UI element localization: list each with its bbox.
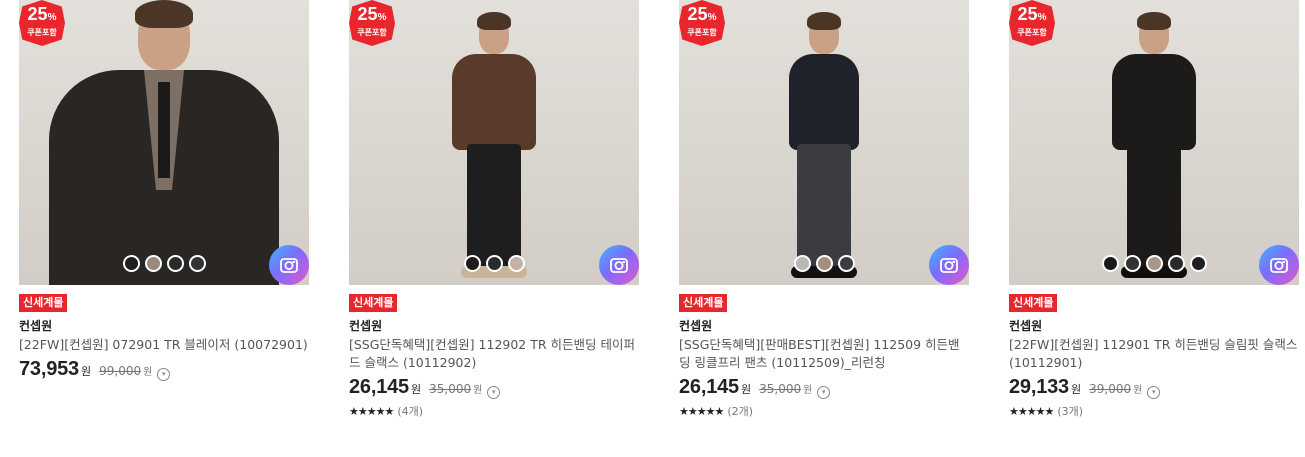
product-image[interactable]: 25% 쿠폰포함: [349, 0, 639, 285]
info-icon[interactable]: ▾: [157, 368, 171, 381]
coupon-badge: 25% 쿠폰포함: [349, 0, 395, 46]
price-unit: 원: [1070, 383, 1082, 396]
camera-icon[interactable]: [269, 245, 309, 285]
price-row: 29,133 원 39,000 원 ▾: [1009, 376, 1299, 399]
product-name[interactable]: [22FW][컨셉원] 072901 TR 블레이저 (10072901): [19, 336, 309, 354]
color-swatch[interactable]: [1123, 255, 1141, 272]
price-row: 26,145 원 35,000 원 ▾: [349, 376, 639, 399]
badge-label: 쿠폰포함: [687, 28, 717, 37]
brand-name[interactable]: 컨셉원: [349, 318, 639, 334]
sale-price: 29,133: [1009, 376, 1069, 398]
color-swatch[interactable]: [144, 255, 162, 272]
badge-label: 쿠폰포함: [27, 28, 57, 37]
rating: ★★★★★ (3개): [1009, 403, 1299, 419]
store-tag: 신세계몰: [1009, 294, 1058, 312]
original-price: 99,000: [99, 364, 142, 378]
product-card[interactable]: 25% 쿠폰포함 신세계몰 컨셉원 [22FW][컨셉원] 112901 TR …: [1009, 0, 1299, 419]
color-swatch[interactable]: [463, 255, 481, 272]
info-icon[interactable]: ▾: [1147, 386, 1161, 399]
product-card[interactable]: 25% 쿠폰포함 신세계몰 컨셉원 [SSG단독혜택][컨셉원] 112902 …: [349, 0, 639, 419]
original-price-unit: 원: [143, 367, 153, 378]
rating: ★★★★★ (2개): [679, 403, 969, 419]
color-swatches: [1009, 255, 1299, 272]
camera-icon[interactable]: [1259, 245, 1299, 285]
color-swatch[interactable]: [188, 255, 206, 272]
original-price-unit: 원: [803, 385, 813, 396]
model-photo: [769, 10, 879, 285]
product-image[interactable]: 25% 쿠폰포함: [19, 0, 309, 285]
original-price-unit: 원: [1133, 385, 1143, 396]
price-row: 26,145 원 35,000 원 ▾: [679, 376, 969, 399]
original-price: 39,000: [1089, 382, 1132, 396]
product-card[interactable]: 25% 쿠폰포함 신세계몰 컨셉원 [22FW][컨셉원] 072901 TR …: [19, 0, 309, 381]
product-image[interactable]: 25% 쿠폰포함: [1009, 0, 1299, 285]
original-price-unit: 원: [473, 385, 483, 396]
store-tag: 신세계몰: [349, 294, 398, 312]
badge-label: 쿠폰포함: [357, 28, 387, 37]
color-swatch[interactable]: [837, 255, 855, 272]
product-name[interactable]: [22FW][컨셉원] 112901 TR 히든밴딩 슬림핏 슬랙스 (1011…: [1009, 336, 1299, 372]
badge-percent: 25: [1017, 4, 1038, 24]
info-icon[interactable]: ▾: [487, 386, 501, 399]
color-swatches: [349, 255, 639, 272]
color-swatch[interactable]: [122, 255, 140, 272]
color-swatch[interactable]: [793, 255, 811, 272]
brand-name[interactable]: 컨셉원: [679, 318, 969, 334]
badge-percent: 25: [357, 4, 378, 24]
star-rating: ★★★★★: [679, 404, 724, 418]
color-swatch[interactable]: [1101, 255, 1119, 272]
product-grid: 25% 쿠폰포함 신세계몰 컨셉원 [22FW][컨셉원] 072901 TR …: [0, 0, 1305, 457]
sale-price: 26,145: [349, 376, 409, 398]
store-tag: 신세계몰: [19, 294, 68, 312]
brand-name[interactable]: 컨셉원: [1009, 318, 1299, 334]
star-rating: ★★★★★: [349, 404, 394, 418]
price-row: 73,953 원 99,000 원 ▾: [19, 358, 309, 381]
product-card[interactable]: 25% 쿠폰포함 신세계몰 컨셉원 [SSG단독혜택][판매BEST][컨셉원]…: [679, 0, 969, 419]
badge-percent: 25: [27, 4, 48, 24]
sale-price: 26,145: [679, 376, 739, 398]
brand-name[interactable]: 컨셉원: [19, 318, 309, 334]
price-unit: 원: [80, 365, 92, 378]
coupon-badge: 25% 쿠폰포함: [679, 0, 725, 46]
store-tag: 신세계몰: [679, 294, 728, 312]
star-rating: ★★★★★: [1009, 404, 1054, 418]
color-swatch[interactable]: [1189, 255, 1207, 272]
original-price: 35,000: [429, 382, 472, 396]
rating: ★★★★★ (4개): [349, 403, 639, 419]
product-name[interactable]: [SSG단독혜택][판매BEST][컨셉원] 112509 히든밴딩 링클프리 …: [679, 336, 969, 372]
color-swatch[interactable]: [815, 255, 833, 272]
camera-icon[interactable]: [599, 245, 639, 285]
original-price: 35,000: [759, 382, 802, 396]
sale-price: 73,953: [19, 358, 79, 380]
camera-icon[interactable]: [929, 245, 969, 285]
color-swatch[interactable]: [1167, 255, 1185, 272]
coupon-badge: 25% 쿠폰포함: [1009, 0, 1055, 46]
color-swatches: [679, 255, 969, 272]
product-image[interactable]: 25% 쿠폰포함: [679, 0, 969, 285]
info-icon[interactable]: ▾: [817, 386, 831, 399]
model-photo: [34, 0, 294, 285]
badge-label: 쿠폰포함: [1017, 28, 1047, 37]
price-unit: 원: [410, 383, 422, 396]
color-swatches: [19, 255, 309, 272]
product-name[interactable]: [SSG단독혜택][컨셉원] 112902 TR 히든밴딩 테이퍼드 슬랙스 (…: [349, 336, 639, 372]
model-photo: [439, 10, 549, 285]
color-swatch[interactable]: [507, 255, 525, 272]
model-photo: [1099, 10, 1209, 285]
badge-percent: 25: [687, 4, 708, 24]
review-count: (4개): [397, 405, 424, 418]
price-unit: 원: [740, 383, 752, 396]
review-count: (2개): [727, 405, 754, 418]
coupon-badge: 25% 쿠폰포함: [19, 0, 65, 46]
color-swatch[interactable]: [485, 255, 503, 272]
color-swatch[interactable]: [166, 255, 184, 272]
review-count: (3개): [1057, 405, 1084, 418]
color-swatch[interactable]: [1145, 255, 1163, 272]
